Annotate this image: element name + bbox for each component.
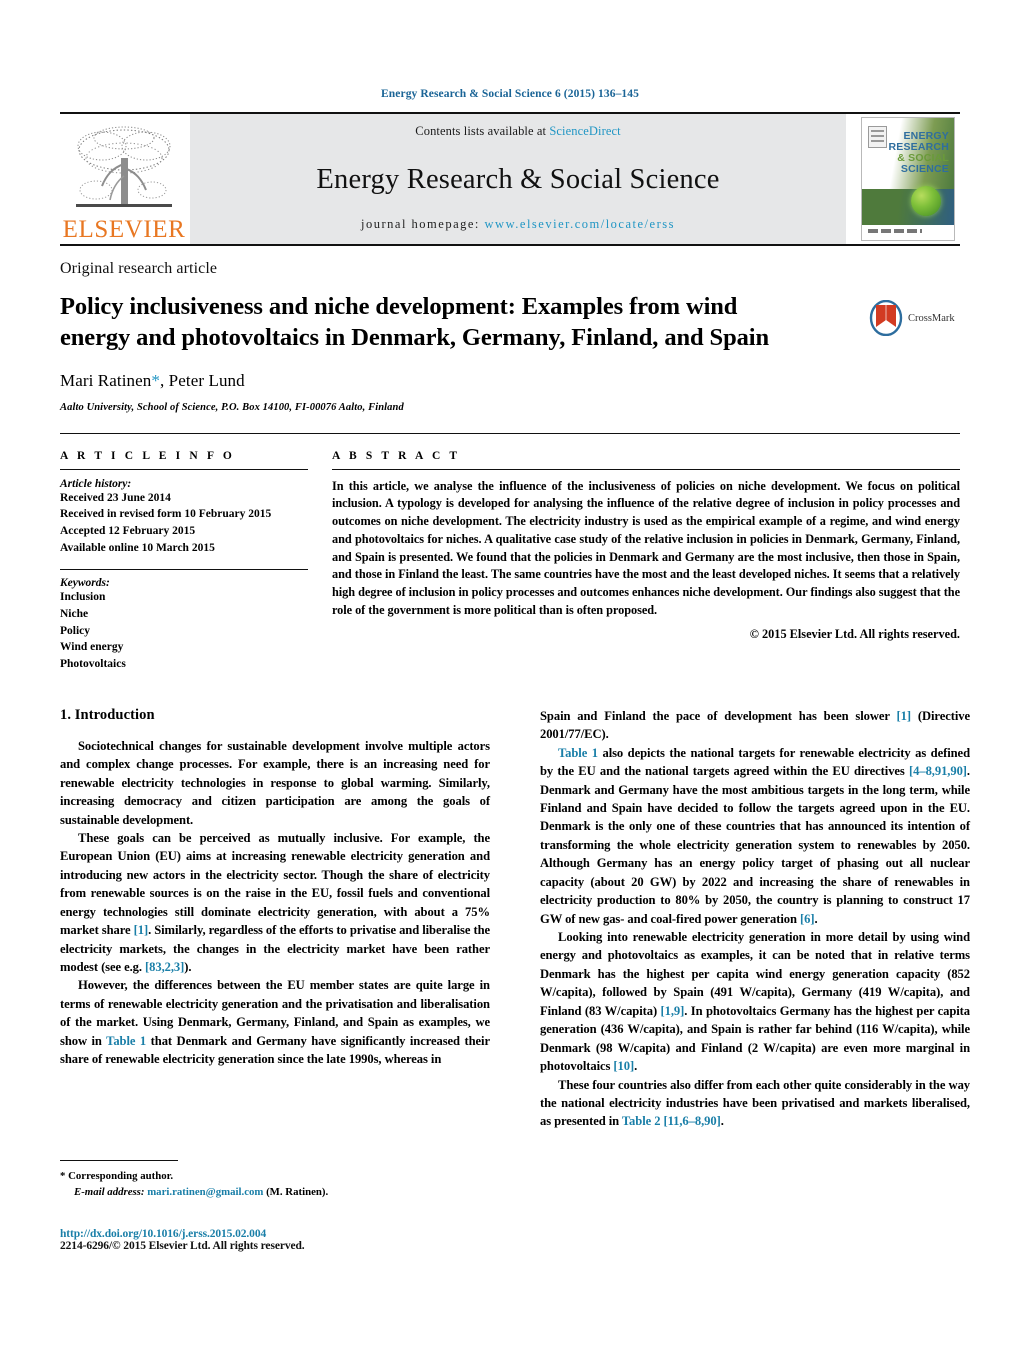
sciencedirect-link[interactable]: ScienceDirect <box>549 124 620 138</box>
abstract-copyright: © 2015 Elsevier Ltd. All rights reserved… <box>749 627 960 642</box>
article-history-item: Received in revised form 10 February 201… <box>60 508 272 521</box>
journal-cover-thumbnail: ENERGY RESEARCH & SOCIAL SCIENCE <box>856 114 960 244</box>
paper-page: Energy Research & Social Science 6 (2015… <box>0 0 1020 1351</box>
keyword-item: Inclusion <box>60 591 106 604</box>
homepage-prefix: journal homepage: <box>361 217 485 231</box>
crossmark-label: CrossMark <box>908 312 955 324</box>
journal-title: Energy Research & Social Science <box>316 164 720 195</box>
body-columns: 1. Introduction Sociotechnical changes f… <box>60 707 970 1131</box>
abstract-column: A B S T R A C T In this article, we anal… <box>332 450 960 673</box>
abstract-text: In this article, we analyse the influenc… <box>332 478 960 617</box>
article-history-item: Available online 10 March 2015 <box>60 541 215 554</box>
body-paragraph: Looking into renewable electricity gener… <box>540 930 970 1074</box>
issn-copyright: 2214-6296/© 2015 Elsevier Ltd. All right… <box>60 1240 305 1253</box>
cover-badge-icon <box>868 126 887 148</box>
author-secondary: , Peter Lund <box>159 370 245 390</box>
email-note: E-mail address: mari.ratinen@gmail.com (… <box>60 1184 490 1200</box>
keyword-item: Photovoltaics <box>60 658 126 671</box>
doi-block: http://dx.doi.org/10.1016/j.erss.2015.02… <box>60 1228 490 1252</box>
keywords-label: Keywords: <box>60 577 110 590</box>
doi-link[interactable]: http://dx.doi.org/10.1016/j.erss.2015.02… <box>60 1228 490 1240</box>
body-paragraph: Table 1 also depicts the national target… <box>540 745 970 926</box>
author-primary: Mari Ratinen <box>60 370 152 390</box>
email-label: E-mail address: <box>74 1186 145 1199</box>
cover-mid-band <box>862 188 954 226</box>
article-info-column: A R T I C L E I N F O Article history: R… <box>60 450 332 673</box>
journal-homepage-line: journal homepage: www.elsevier.com/locat… <box>361 217 675 232</box>
footnote-block: * Corresponding author. E-mail address: … <box>60 1160 490 1252</box>
body-column-right: Spain and Finland the pace of developmen… <box>540 707 970 1131</box>
affiliation: Aalto University, School of Science, P.O… <box>60 401 404 413</box>
elsevier-tree-icon <box>76 126 172 207</box>
corresponding-author-note: * Corresponding author. <box>60 1170 174 1182</box>
keywords-rule <box>60 569 308 571</box>
cover-image: ENERGY RESEARCH & SOCIAL SCIENCE <box>861 117 955 241</box>
info-abstract-section: A R T I C L E I N F O Article history: R… <box>60 434 960 673</box>
keywords-block: Keywords: Inclusion Niche Policy Wind en… <box>60 569 308 672</box>
article-info-heading: A R T I C L E I N F O <box>60 449 235 462</box>
body-paragraph: However, the differences between the EU … <box>60 978 490 1067</box>
article-history-item: Accepted 12 February 2015 <box>60 525 196 538</box>
journal-banner: Contents lists available at ScienceDirec… <box>190 114 846 244</box>
elsevier-logo: ELSEVIER <box>60 114 188 244</box>
abstract-heading: A B S T R A C T <box>332 449 461 462</box>
contents-prefix: Contents lists available at <box>415 124 550 138</box>
footnote-rule <box>60 1160 178 1161</box>
body-column-left: 1. Introduction Sociotechnical changes f… <box>60 707 490 1131</box>
body-paragraph: These four countries also differ from ea… <box>540 1077 970 1129</box>
elsevier-wordmark: ELSEVIER <box>62 216 186 243</box>
article-history-item: Received 23 June 2014 <box>60 491 171 504</box>
body-paragraph: These goals can be perceived as mutually… <box>60 830 491 975</box>
section-title-introduction: 1. Introduction <box>60 706 155 723</box>
crossmark-icon <box>868 299 904 337</box>
cover-caption-lines <box>868 229 922 233</box>
cover-title-text: ENERGY RESEARCH & SOCIAL SCIENCE <box>888 130 949 176</box>
running-head: Energy Research & Social Science 6 (2015… <box>381 88 639 100</box>
journal-homepage-link[interactable]: www.elsevier.com/locate/erss <box>485 217 675 231</box>
abstract-rule <box>332 468 960 470</box>
article-history-label: Article history: <box>60 477 132 490</box>
contents-available-line: Contents lists available at ScienceDirec… <box>415 124 620 139</box>
article-type: Original research article <box>60 260 218 277</box>
crossmark-badge[interactable]: CrossMark <box>868 278 960 337</box>
author-list: Mari Ratinen*, Peter Lund <box>60 371 854 391</box>
email-link[interactable]: mari.ratinen@gmail.com <box>147 1186 263 1198</box>
body-paragraph: Sociotechnical changes for sustainable d… <box>60 738 490 827</box>
keyword-item: Policy <box>60 624 91 637</box>
title-block: Original research article Policy inclusi… <box>60 246 960 413</box>
body-paragraph: Spain and Finland the pace of developmen… <box>540 708 970 742</box>
page-title: Policy inclusiveness and niche developme… <box>60 293 769 352</box>
article-info-rule <box>60 468 308 470</box>
cover-line-4: SCIENCE <box>900 163 949 176</box>
email-suffix: (M. Ratinen). <box>263 1186 329 1199</box>
corresponding-author-marker: * <box>151 370 160 390</box>
keyword-item: Wind energy <box>60 641 124 654</box>
keyword-item: Niche <box>60 608 89 621</box>
journal-masthead: ELSEVIER Contents lists available at Sci… <box>60 112 960 244</box>
